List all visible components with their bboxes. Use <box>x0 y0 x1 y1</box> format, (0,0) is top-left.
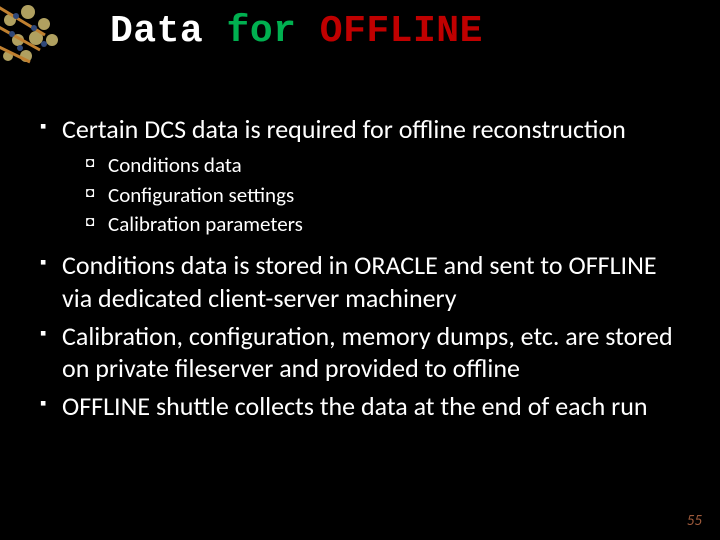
bullet-text: OFFLINE shuttle collects the data at the… <box>62 390 648 422</box>
bullet-text: Conditions data is stored in ORACLE and … <box>62 249 657 313</box>
sub-bullet-item: Configuration settings <box>86 181 680 210</box>
sub-bullet-text: Configuration settings <box>108 182 294 208</box>
title-word-offline: OFFLINE <box>320 10 483 53</box>
title-word-for: for <box>227 10 297 53</box>
bullet-item: Conditions data is stored in ORACLE and … <box>40 249 680 313</box>
bullet-item: Certain DCS data is required for offline… <box>40 113 680 239</box>
sub-bullet-text: Conditions data <box>108 152 242 178</box>
bullet-text: Certain DCS data is required for offline… <box>62 113 626 145</box>
page-number: 55 <box>687 512 702 530</box>
bullet-item: OFFLINE shuttle collects the data at the… <box>40 390 680 422</box>
sub-bullet-text: Calibration parameters <box>108 211 303 237</box>
bullet-item: Calibration, configuration, memory dumps… <box>40 320 680 384</box>
bullet-list: Certain DCS data is required for offline… <box>40 113 680 423</box>
sub-bullet-list: Conditions data Configuration settings C… <box>62 151 680 239</box>
slide-body: Certain DCS data is required for offline… <box>0 53 720 423</box>
sub-bullet-item: Conditions data <box>86 151 680 180</box>
slide-title: Data for OFFLINE <box>0 0 720 53</box>
title-word-data: Data <box>110 10 203 53</box>
slide: Data for OFFLINE Certain DCS data is req… <box>0 0 720 540</box>
bullet-text: Calibration, configuration, memory dumps… <box>62 320 673 384</box>
sub-bullet-item: Calibration parameters <box>86 210 680 239</box>
